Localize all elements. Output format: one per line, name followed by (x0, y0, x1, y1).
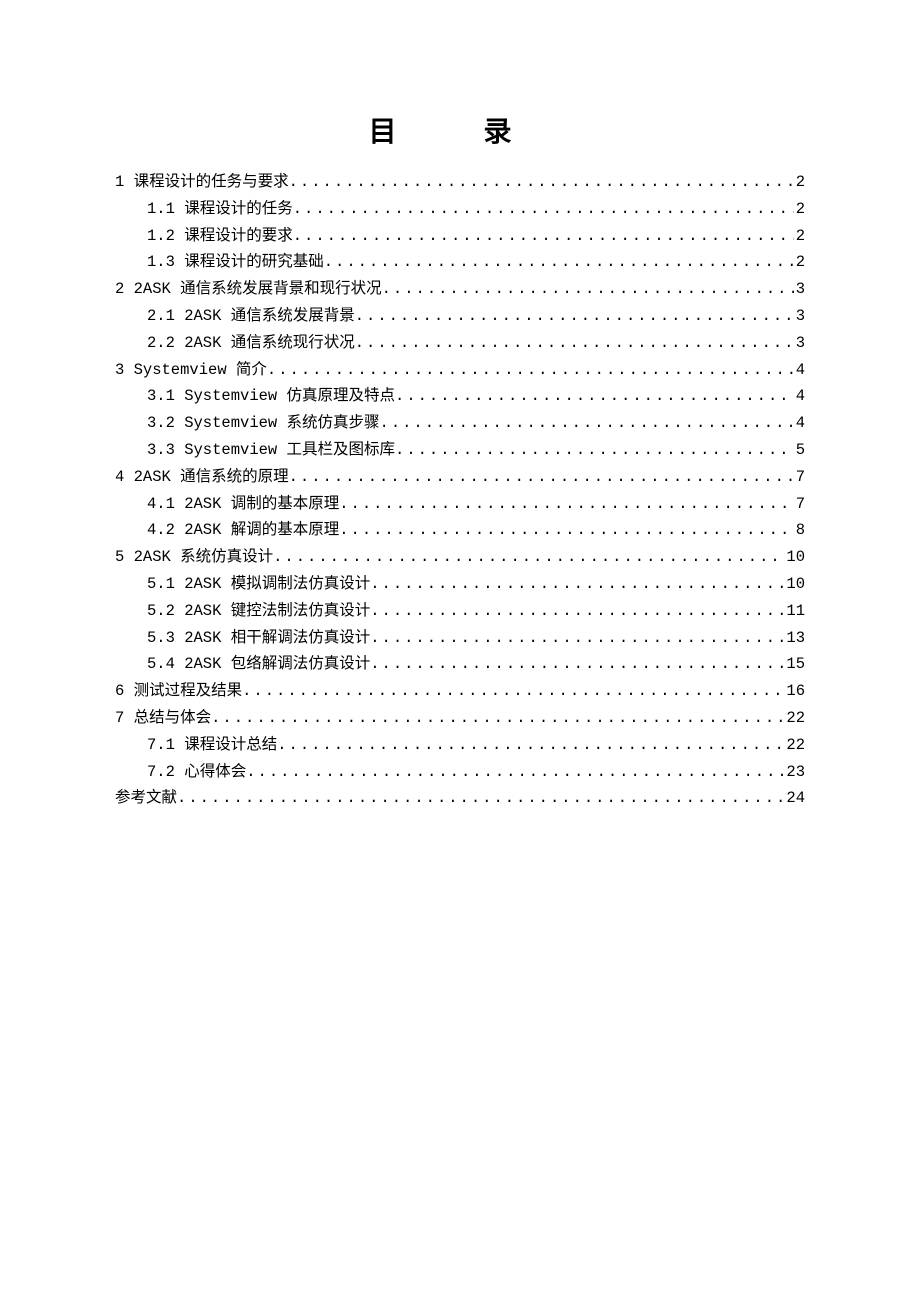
toc-entry: 5.3 2ASK 相干解调法仿真设计 13 (115, 626, 805, 651)
toc-entry-page: 3 (794, 304, 805, 329)
toc-dots (289, 465, 794, 490)
toc-entry-page: 4 (794, 384, 805, 409)
toc-entry-page: 10 (784, 545, 805, 570)
toc-dots (380, 411, 794, 436)
toc-dots (370, 599, 784, 624)
toc-entry: 4.2 2ASK 解调的基本原理 8 (115, 518, 805, 543)
toc-dots (273, 545, 784, 570)
toc-entry-label: 3 Systemview 简介 (115, 358, 267, 383)
toc-entry-label: 2.2 2ASK 通信系统现行状况 (147, 331, 355, 356)
toc-dots (395, 438, 794, 463)
toc-entry-label: 4 2ASK 通信系统的原理 (115, 465, 289, 490)
toc-dots (267, 358, 794, 383)
toc-entry-label: 7 总结与体会 (115, 706, 211, 731)
toc-entry-page: 7 (794, 492, 805, 517)
toc-entry-label: 2.1 2ASK 通信系统发展背景 (147, 304, 355, 329)
toc-dots (246, 760, 784, 785)
toc-entry: 2.1 2ASK 通信系统发展背景 3 (115, 304, 805, 329)
toc-entry: 3.3 Systemview 工具栏及图标库 5 (115, 438, 805, 463)
toc-entry-label: 4.2 2ASK 解调的基本原理 (147, 518, 339, 543)
toc-entry-label: 1 课程设计的任务与要求 (115, 170, 289, 195)
toc-dots (355, 304, 794, 329)
toc-dots (355, 331, 794, 356)
toc-entry: 3 Systemview 简介 4 (115, 358, 805, 383)
toc-entry: 7.2 心得体会 23 (115, 760, 805, 785)
toc-entry-page: 7 (794, 465, 805, 490)
toc-entry: 7 总结与体会 22 (115, 706, 805, 731)
toc-entry-label: 5.1 2ASK 模拟调制法仿真设计 (147, 572, 370, 597)
toc-entry: 3.1 Systemview 仿真原理及特点 4 (115, 384, 805, 409)
toc-entry-page: 22 (784, 733, 805, 758)
toc-entry-page: 2 (794, 197, 805, 222)
toc-entry-label: 7.2 心得体会 (147, 760, 246, 785)
toc-entry-label: 5.4 2ASK 包络解调法仿真设计 (147, 652, 370, 677)
toc-entry-page: 11 (784, 599, 805, 624)
toc-entry-label: 5.3 2ASK 相干解调法仿真设计 (147, 626, 370, 651)
toc-dots (242, 679, 784, 704)
toc-title: 目 录 (115, 110, 805, 150)
toc-entry-page: 2 (794, 224, 805, 249)
toc-dots (339, 518, 793, 543)
toc-dots (289, 170, 794, 195)
toc-dots (370, 652, 784, 677)
toc-entry-page: 24 (784, 786, 805, 811)
toc-dots (370, 572, 784, 597)
toc-entry: 2 2ASK 通信系统发展背景和现行状况 3 (115, 277, 805, 302)
toc-entry-page: 2 (794, 170, 805, 195)
toc-entry: 1.1 课程设计的任务 2 (115, 197, 805, 222)
toc-entry-page: 23 (784, 760, 805, 785)
toc-entry-label: 参考文献 (115, 786, 177, 811)
toc-entry-page: 13 (784, 626, 805, 651)
toc-entry-page: 3 (794, 277, 805, 302)
toc-dots (395, 384, 794, 409)
toc-dots (177, 786, 784, 811)
toc-entry-label: 6 测试过程及结果 (115, 679, 242, 704)
toc-entry: 5.1 2ASK 模拟调制法仿真设计 10 (115, 572, 805, 597)
toc-entry-page: 4 (794, 358, 805, 383)
toc-dots (339, 492, 793, 517)
toc-entry-page: 22 (784, 706, 805, 731)
toc-entry-label: 3.2 Systemview 系统仿真步骤 (147, 411, 380, 436)
toc-entry-label: 5.2 2ASK 键控法制法仿真设计 (147, 599, 370, 624)
toc-entry-page: 16 (784, 679, 805, 704)
toc-entry: 2.2 2ASK 通信系统现行状况 3 (115, 331, 805, 356)
toc-entry: 4 2ASK 通信系统的原理 7 (115, 465, 805, 490)
toc-entry-label: 3.1 Systemview 仿真原理及特点 (147, 384, 395, 409)
toc-entry: 1 课程设计的任务与要求 2 (115, 170, 805, 195)
toc-dots (211, 706, 784, 731)
toc-entry-page: 5 (794, 438, 805, 463)
toc-entry-label: 1.1 课程设计的任务 (147, 197, 293, 222)
toc-dots (382, 277, 794, 302)
toc-entry: 4.1 2ASK 调制的基本原理 7 (115, 492, 805, 517)
toc-entry: 5.4 2ASK 包络解调法仿真设计 15 (115, 652, 805, 677)
toc-entry: 1.2 课程设计的要求 2 (115, 224, 805, 249)
toc-entry-label: 2 2ASK 通信系统发展背景和现行状况 (115, 277, 382, 302)
toc-entry-page: 15 (784, 652, 805, 677)
toc-entry-page: 2 (794, 250, 805, 275)
toc-entry-label: 4.1 2ASK 调制的基本原理 (147, 492, 339, 517)
toc-container: 1 课程设计的任务与要求21.1 课程设计的任务 21.2 课程设计的要求 21… (115, 170, 805, 811)
toc-entry: 1.3 课程设计的研究基础 2 (115, 250, 805, 275)
toc-dots (293, 197, 794, 222)
toc-entry-label: 1.2 课程设计的要求 (147, 224, 293, 249)
toc-entry: 6 测试过程及结果 16 (115, 679, 805, 704)
toc-entry: 5.2 2ASK 键控法制法仿真设计 11 (115, 599, 805, 624)
toc-dots (370, 626, 784, 651)
toc-entry: 参考文献 24 (115, 786, 805, 811)
toc-entry-page: 10 (784, 572, 805, 597)
toc-entry-label: 3.3 Systemview 工具栏及图标库 (147, 438, 395, 463)
toc-entry-label: 5 2ASK 系统仿真设计 (115, 545, 273, 570)
toc-entry-page: 3 (794, 331, 805, 356)
toc-entry-page: 8 (794, 518, 805, 543)
toc-entry-page: 4 (794, 411, 805, 436)
toc-dots (324, 250, 794, 275)
toc-dots (277, 733, 784, 758)
toc-entry-label: 7.1 课程设计总结 (147, 733, 277, 758)
toc-entry-label: 1.3 课程设计的研究基础 (147, 250, 324, 275)
toc-entry: 5 2ASK 系统仿真设计 10 (115, 545, 805, 570)
toc-entry: 7.1 课程设计总结 22 (115, 733, 805, 758)
toc-dots (293, 224, 794, 249)
toc-entry: 3.2 Systemview 系统仿真步骤 4 (115, 411, 805, 436)
